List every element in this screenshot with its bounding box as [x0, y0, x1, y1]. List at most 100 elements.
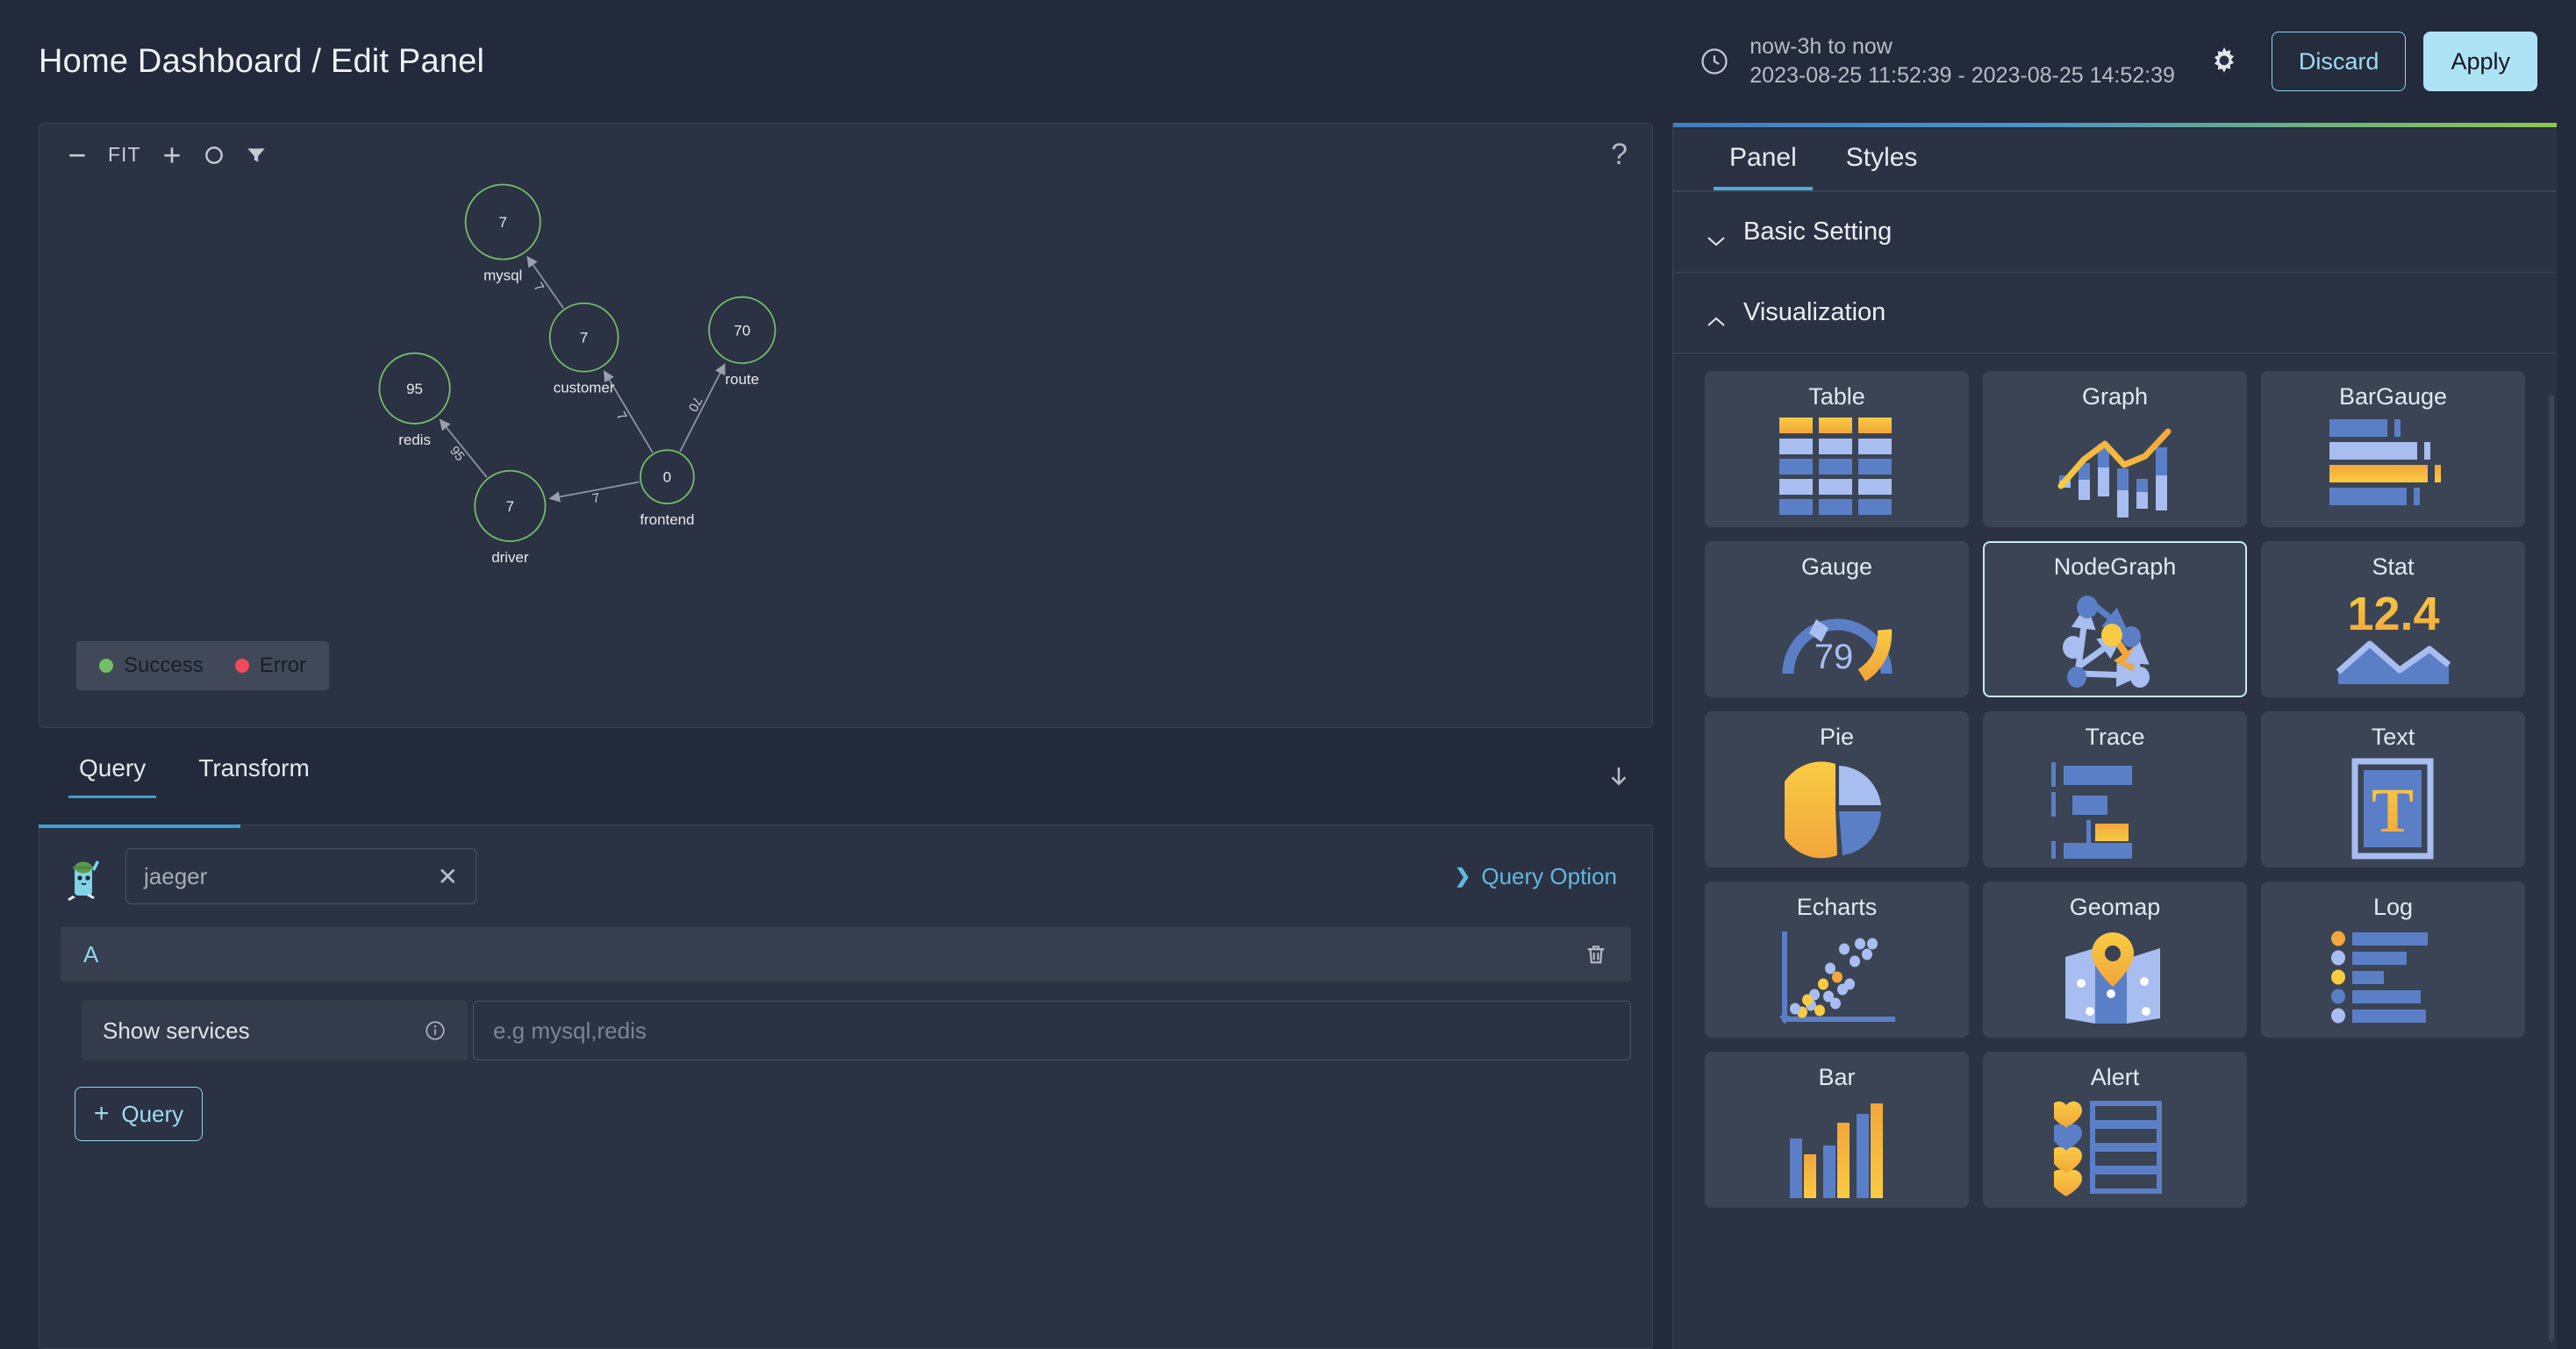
legend-label-error: Error — [259, 653, 307, 677]
tab-panel[interactable]: Panel — [1705, 143, 1821, 190]
viz-card-bar[interactable]: Bar — [1705, 1051, 1969, 1208]
discard-button[interactable]: Discard — [2271, 32, 2407, 91]
gear-icon[interactable] — [2207, 44, 2242, 79]
time-range-picker[interactable]: now-3h to now 2023-08-25 11:52:39 - 2023… — [1699, 34, 2175, 89]
clock-icon — [1699, 46, 1730, 77]
show-services-label: Show services — [103, 1017, 250, 1044]
plus-icon[interactable] — [161, 144, 183, 167]
section-basic-setting[interactable]: Basic Setting — [1673, 192, 2557, 273]
viz-card-table[interactable]: Table — [1705, 370, 1969, 527]
viz-card-label: Echarts — [1796, 893, 1878, 920]
graph-node-frontend[interactable]: 0 frontend — [640, 449, 695, 528]
tab-styles[interactable]: Styles — [1821, 143, 1943, 190]
sidebar-scrollbar[interactable] — [2549, 395, 2554, 1342]
trash-icon[interactable] — [1584, 942, 1608, 967]
echarts-icon — [1707, 923, 1967, 1036]
svg-text:79: 79 — [1814, 638, 1853, 676]
viz-card-label: Stat — [2372, 553, 2415, 580]
datasource-row: jaeger ✕ ❯ Query Option — [61, 848, 1631, 904]
geomap-icon — [1985, 923, 2245, 1036]
node-label: frontend — [640, 511, 694, 528]
viz-card-nodegraph[interactable]: NodeGraph — [1983, 540, 2247, 697]
datasource-input[interactable]: jaeger ✕ — [125, 848, 476, 904]
table-icon — [1707, 412, 1967, 525]
close-icon[interactable]: ✕ — [438, 862, 458, 891]
viz-card-label: Graph — [2081, 382, 2149, 410]
graph-node-mysql[interactable]: 7 mysql — [464, 183, 541, 284]
tab-transform[interactable]: Transform — [172, 754, 336, 798]
query-option-label: Query Option — [1481, 862, 1617, 889]
viz-card-label: BarGauge — [2338, 382, 2448, 410]
section-visualization-label: Visualization — [1743, 297, 1886, 326]
fit-button[interactable]: FIT — [108, 143, 141, 167]
show-services-input[interactable]: e.g mysql,redis — [473, 1001, 1631, 1060]
pie-icon — [1707, 753, 1967, 866]
viz-card-alert[interactable]: Alert — [1983, 1051, 2247, 1208]
viz-card-label: Geomap — [2069, 893, 2161, 920]
svg-text:12.4: 12.4 — [2347, 588, 2439, 640]
viz-card-label: Log — [2372, 893, 2414, 920]
viz-card-text[interactable]: Text T — [2261, 710, 2525, 867]
graph-node-customer[interactable]: 7 customer — [548, 302, 619, 396]
chevron-right-icon: ❯ — [1454, 865, 1471, 887]
section-visualization[interactable]: Visualization — [1673, 273, 2557, 353]
node-graph-canvas[interactable]: 7 7 70 7 95 7 mysql 7 customer 70 route 95 redis 7 dr… — [39, 124, 1652, 727]
edge-label: 7 — [613, 409, 630, 423]
node-value: 95 — [406, 381, 423, 397]
circle-icon[interactable] — [203, 144, 225, 167]
trace-icon — [1985, 753, 2245, 866]
viz-card-geomap[interactable]: Geomap — [1983, 881, 2247, 1038]
legend-label-success: Success — [124, 653, 204, 677]
add-query-button[interactable]: + Query — [75, 1087, 203, 1141]
viz-card-bargauge[interactable]: BarGauge — [2261, 370, 2525, 527]
node-label: customer — [554, 380, 615, 396]
legend-item-success: Success — [99, 653, 204, 678]
edge-label: 70 — [685, 394, 705, 414]
viz-card-label: NodeGraph — [2053, 553, 2177, 580]
node-value: 7 — [580, 330, 588, 346]
viz-card-echarts[interactable]: Echarts — [1705, 881, 1969, 1038]
filter-icon[interactable] — [245, 144, 268, 167]
graph-node-driver[interactable]: 7 driver — [474, 469, 547, 566]
viz-card-pie[interactable]: Pie — [1705, 710, 1969, 867]
node-graph-preview-panel: FIT ? 7 7 70 7 95 7 mysql 7 customer 70 … — [39, 123, 1653, 728]
visualization-grid: Table Graph BarGauge Gauge 79 NodeGraph … — [1673, 353, 2557, 1208]
viz-card-gauge[interactable]: Gauge 79 — [1705, 540, 1969, 697]
left-column: FIT ? 7 7 70 7 95 7 mysql 7 customer 70 … — [38, 123, 1653, 1349]
question-mark-icon[interactable]: ? — [1611, 138, 1628, 172]
apply-button[interactable]: Apply — [2423, 32, 2537, 91]
query-ref-id: A — [83, 940, 99, 967]
node-label: route — [726, 371, 760, 388]
success-dot-icon — [99, 659, 113, 673]
viz-card-label: Bar — [1818, 1063, 1856, 1090]
viz-card-stat[interactable]: Stat 12.4 — [2261, 540, 2525, 697]
graph-node-redis[interactable]: 95 redis — [378, 352, 451, 448]
arrow-down-icon[interactable] — [1606, 763, 1632, 789]
node-value: 0 — [663, 469, 671, 486]
viz-card-label: Trace — [2085, 723, 2145, 750]
node-label: driver — [491, 549, 529, 566]
chevron-up-icon — [1707, 306, 1726, 326]
viz-card-log[interactable]: Log — [2261, 881, 2525, 1038]
jaeger-logo-icon — [61, 852, 106, 901]
tab-query[interactable]: Query — [53, 754, 172, 798]
time-range-text: now-3h to now 2023-08-25 11:52:39 - 2023… — [1750, 34, 2175, 89]
graph-icon — [1985, 412, 2245, 525]
edge-label: 95 — [447, 444, 468, 465]
alert-icon — [1985, 1093, 2245, 1206]
panel-tabbar: Panel Styles — [1673, 127, 2557, 190]
viz-card-label: Pie — [1819, 723, 1855, 750]
datasource-value: jaeger — [144, 862, 208, 889]
options-sidebar: Panel Styles Basic Setting Visualization… — [1672, 123, 2557, 1349]
viz-card-graph[interactable]: Graph — [1983, 370, 2247, 527]
node-value: 7 — [506, 498, 514, 515]
info-icon[interactable] — [424, 1019, 447, 1042]
query-option-toggle[interactable]: ❯ Query Option — [1455, 863, 1631, 890]
viz-card-trace[interactable]: Trace — [1983, 710, 2247, 867]
error-dot-icon — [234, 659, 249, 673]
node-value: 70 — [733, 322, 750, 339]
page-title: Home Dashboard / Edit Panel — [39, 42, 485, 80]
minus-icon[interactable] — [66, 144, 89, 167]
time-range-absolute: 2023-08-25 11:52:39 - 2023-08-25 14:52:3… — [1750, 63, 2175, 88]
bar-icon — [1707, 1093, 1967, 1206]
